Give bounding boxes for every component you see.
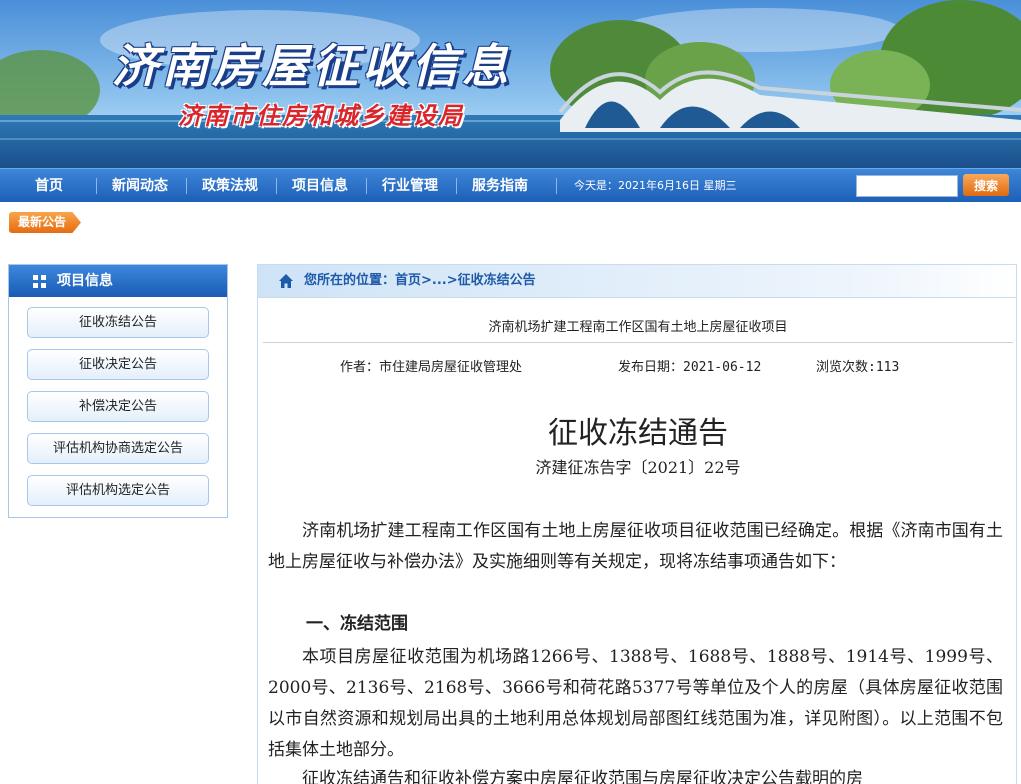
home-icon <box>279 274 293 288</box>
site-title: 济南房屋征收信息 <box>112 39 512 93</box>
nav-separator <box>456 178 457 194</box>
nav-separator <box>556 178 557 194</box>
sidebar-header: 项目信息 <box>9 265 227 297</box>
nav-industry[interactable]: 行业管理 <box>374 169 446 203</box>
sidebar-item-freeze-notice[interactable]: 征收冻结公告 <box>27 307 209 338</box>
nav-policies[interactable]: 政策法规 <box>194 169 266 203</box>
sidebar-item-decision-notice[interactable]: 征收决定公告 <box>27 349 209 380</box>
latest-notice-tab[interactable]: 最新公告 <box>9 212 81 233</box>
article-author: 作者：市住建局房屋征收管理处 <box>340 360 523 375</box>
site-subtitle: 济南市住房和城乡建设局 <box>178 101 464 130</box>
title-divider <box>263 342 1013 343</box>
main-nav-bar: 首页 新闻动态 政策法规 项目信息 行业管理 服务指南 今天是：2021年6月1… <box>0 168 1021 202</box>
document-number: 济建征冻告字〔2021〕22号 <box>535 458 741 477</box>
nav-separator <box>96 178 97 194</box>
sidebar-item-agency-selection-notice[interactable]: 评估机构选定公告 <box>27 475 209 506</box>
article-view-count: 浏览次数:113 <box>816 360 900 375</box>
sidebar-title: 项目信息 <box>57 273 113 289</box>
search-button[interactable]: 搜索 <box>963 174 1009 196</box>
sidebar-item-agency-negotiation-notice[interactable]: 评估机构协商选定公告 <box>27 433 209 464</box>
grid-icon <box>33 275 46 288</box>
sidebar-item-compensation-notice[interactable]: 补偿决定公告 <box>27 391 209 422</box>
article-content: 济南机场扩建工程南工作区国有土地上房屋征收项目 作者：市住建局房屋征收管理处 发… <box>257 298 1017 784</box>
nav-separator <box>276 178 277 194</box>
nav-separator <box>186 178 187 194</box>
breadcrumb-text[interactable]: 您所在的位置：首页>...>征收冻结公告 <box>304 265 536 297</box>
document-title: 征收冻结通告 <box>548 416 728 451</box>
nav-separator <box>366 178 367 194</box>
paragraph-continued: 征收冻结通告和征收补偿方案中房屋征收范围与房屋征收决定公告载明的房 <box>302 769 863 784</box>
paragraph-scope: 本项目房屋征收范围为机场路1266号、1388号、1688号、1888号、191… <box>268 647 1003 760</box>
article-publish-date: 发布日期：2021-06-12 <box>618 360 762 375</box>
paragraph-intro: 济南机场扩建工程南工作区国有土地上房屋征收项目征收范围已经确定。根据《济南市国有… <box>268 521 1003 572</box>
nav-projects[interactable]: 项目信息 <box>284 169 356 203</box>
site-banner: 济南房屋征收信息 济南市住房和城乡建设局 <box>0 0 1021 168</box>
sidebar-project-info: 项目信息 征收冻结公告 征收决定公告 补偿决定公告 评估机构协商选定公告 评估机… <box>8 264 228 518</box>
article-project-title: 济南机场扩建工程南工作区国有土地上房屋征收项目 <box>488 320 788 335</box>
section-heading-freeze-scope: 一、冻结范围 <box>306 614 408 634</box>
breadcrumb: 您所在的位置：首页>...>征收冻结公告 <box>257 264 1017 298</box>
nav-news[interactable]: 新闻动态 <box>104 169 176 203</box>
search-input[interactable] <box>856 175 958 197</box>
nav-home[interactable]: 首页 <box>20 169 78 203</box>
nav-service-guide[interactable]: 服务指南 <box>464 169 536 203</box>
current-date: 今天是：2021年6月16日 星期三 <box>574 179 737 192</box>
